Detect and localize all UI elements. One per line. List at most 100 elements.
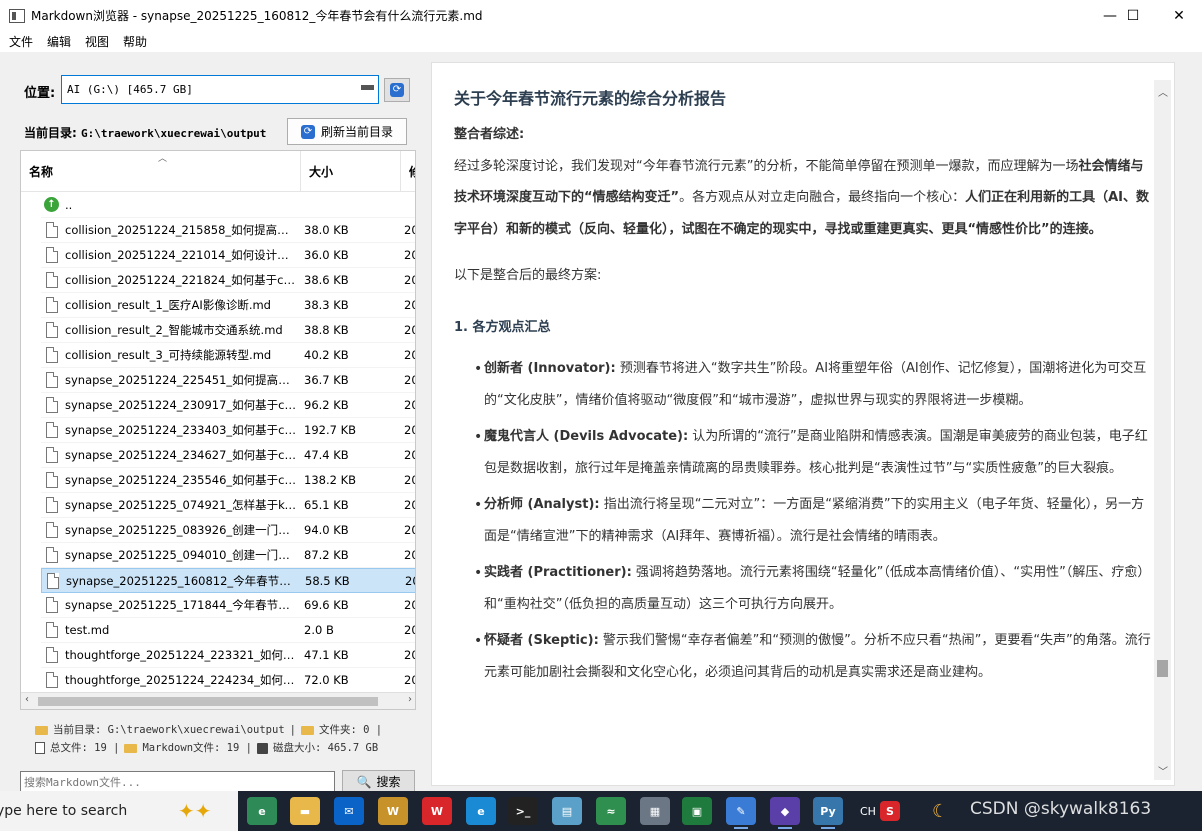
taskbar-wps-icon[interactable]: W — [422, 797, 452, 825]
file-name: synapse_20251225_160812_今年春节会有... — [66, 573, 300, 588]
moon-icon: ☾ — [932, 800, 949, 822]
file-table[interactable]: ︿ 名称 大小 修 ↑..collision_20251224_215858_如… — [20, 150, 416, 710]
table-row[interactable]: thoughtforge_20251224_223321_如何提高... 47.1… — [41, 643, 415, 668]
parent-dir-row[interactable]: ↑.. — [41, 193, 415, 218]
file-size: 72.0 KB — [304, 673, 349, 687]
menu-view[interactable]: 视图 — [85, 33, 109, 50]
refresh-drives-button[interactable]: ⟳ — [384, 78, 410, 102]
search-input[interactable]: 搜索Markdown文件... — [20, 771, 335, 792]
table-row[interactable]: synapse_20251224_235546_如何基于crewa... 138.… — [41, 468, 415, 493]
location-label: 位置: — [24, 86, 56, 101]
table-row[interactable]: collision_result_1_医疗AI影像诊断.md 38.3 KB 20 — [41, 293, 415, 318]
file-size: 36.0 KB — [304, 248, 349, 262]
file-modified: 20 — [404, 498, 415, 512]
close-button[interactable]: ✕ — [1156, 0, 1202, 31]
file-modified: 20 — [404, 473, 415, 487]
taskbar-python-icon[interactable]: Py — [813, 797, 843, 829]
disk-icon — [256, 742, 268, 754]
scroll-right-icon[interactable]: › — [408, 694, 412, 705]
taskbar-browser-icon[interactable]: e — [247, 797, 277, 825]
table-header: ︿ 名称 大小 修 — [21, 151, 415, 192]
table-row[interactable]: collision_20251224_221824_如何基于crewa... 38… — [41, 268, 415, 293]
column-modified[interactable]: 修 — [401, 151, 415, 192]
folder-icon — [35, 725, 48, 735]
taskbar-explorer-icon[interactable]: ▬ — [290, 797, 320, 825]
taskbar-edge-icon[interactable]: e — [466, 797, 496, 825]
column-size[interactable]: 大小 — [301, 151, 401, 192]
file-icon — [46, 647, 58, 663]
table-row[interactable]: synapse_20251225_083926_创建一门独特... 94.0 KB… — [41, 518, 415, 543]
current-dir-label: 当前目录: G:\traework\xuecrewai\output — [24, 124, 266, 141]
markdown-preview[interactable]: 关于今年春节流行元素的综合分析报告 整合者综述: 经过多轮深度讨论，我们发现对“… — [431, 62, 1175, 786]
table-row[interactable]: synapse_20251224_230917_如何基于crewa... 96.2… — [41, 393, 415, 418]
table-row[interactable]: collision_result_3_可持续能源转型.md 40.2 KB 20 — [41, 343, 415, 368]
location-dropdown[interactable]: AI (G:\) [465.7 GB] — [61, 75, 379, 104]
scroll-up-icon[interactable]: ︿ — [1158, 84, 1168, 99]
taskbar-mail-icon[interactable]: ✉ — [334, 797, 364, 825]
file-name: synapse_20251225_074921_怎样基于kotti_... — [65, 498, 299, 512]
file-modified: 20 — [404, 423, 415, 437]
menu-edit[interactable]: 编辑 — [47, 33, 71, 50]
taskbar-notepad-icon[interactable]: ▤ — [552, 797, 582, 825]
taskbar-wow-icon[interactable]: W — [378, 797, 408, 825]
table-row[interactable]: synapse_20251225_171844_今年春节摆摊... 69.6 KB… — [41, 593, 415, 618]
table-row[interactable]: collision_20251224_215858_如何提高团队... 38.0 … — [41, 218, 415, 243]
menu-help[interactable]: 帮助 — [123, 33, 147, 50]
refresh-current-dir-button[interactable]: ⟳ 刷新当前目录 — [287, 118, 407, 145]
table-row[interactable]: synapse_20251224_233403_如何基于crewa... 192.… — [41, 418, 415, 443]
file-modified: 20 — [405, 573, 415, 588]
status-total-files: 总文件: 19 | — [50, 742, 120, 754]
taskbar-terminal-icon[interactable]: >_ — [508, 797, 538, 825]
list-item: 怀疑者 (Skeptic): 警示我们警惕“幸存者偏差”和“预测的傲慢”。分析不… — [474, 625, 1154, 689]
table-row[interactable]: collision_20251224_221014_如何设计中文... 36.0 … — [41, 243, 415, 268]
file-modified: 20 — [404, 598, 415, 612]
table-row[interactable]: synapse_20251225_074921_怎样基于kotti_... 65.… — [41, 493, 415, 518]
file-icon — [46, 422, 58, 438]
column-name[interactable]: 名称 — [21, 151, 301, 192]
table-row[interactable]: test.md 2.0 B 20 — [41, 618, 415, 643]
table-row[interactable]: collision_result_2_智能城市交通系统.md 38.8 KB 20 — [41, 318, 415, 343]
horizontal-scrollbar[interactable]: ‹ › — [21, 692, 415, 709]
table-row[interactable]: thoughtforge_20251224_224234_如何基于... 72.0… — [41, 668, 415, 693]
table-row[interactable]: synapse_20251225_094010_创建一门独特... 87.2 KB… — [41, 543, 415, 568]
scroll-thumb[interactable] — [1157, 660, 1168, 677]
file-icon — [46, 672, 58, 688]
taskbar-app2-icon[interactable]: ◆ — [770, 797, 800, 829]
table-row[interactable]: synapse_20251225_160812_今年春节会有... 58.5 KB… — [41, 568, 415, 593]
taskbar-monitor-icon[interactable]: ▦ — [640, 797, 670, 825]
taskbar-wechat-icon[interactable]: ▣ — [682, 797, 712, 825]
intro-paragraph: 以下是整合后的最终方案: — [454, 268, 602, 283]
taskbar-paint-icon[interactable]: ✎ — [726, 797, 756, 829]
scroll-thumb[interactable] — [38, 697, 378, 706]
app-icon — [9, 8, 25, 23]
tray-input-icon[interactable]: S — [880, 801, 900, 821]
list-item: 分析师 (Analyst): 指出流行将呈现“二元对立”：一方面是“紧缩消费”下… — [474, 489, 1154, 553]
refresh-icon: ⟳ — [300, 124, 315, 139]
menu-bar: 文件 编辑 视图 帮助 — [0, 31, 1202, 52]
table-row[interactable]: synapse_20251224_234627_如何基于crewa... 47.4… — [41, 443, 415, 468]
file-icon — [46, 247, 58, 263]
maximize-button[interactable]: ☐ — [1110, 0, 1156, 31]
file-size: 192.7 KB — [304, 423, 357, 437]
table-row[interactable]: synapse_20251224_225451_如何提高团队... 36.7 KB… — [41, 368, 415, 393]
file-name: test.md — [65, 623, 110, 637]
file-size: 38.3 KB — [304, 298, 349, 312]
file-icon — [46, 372, 58, 388]
scroll-left-icon[interactable]: ‹ — [25, 694, 29, 705]
taskbar-search[interactable]: ype here to search ✦✦ — [0, 791, 238, 831]
markdown-file-icon — [124, 743, 138, 753]
search-button[interactable]: 🔍 搜索 — [342, 770, 415, 793]
list-item: 魔鬼代言人 (Devils Advocate): 认为所谓的“流行”是商业陷阱和… — [474, 421, 1154, 485]
file-name: synapse_20251224_230917_如何基于crewa... — [65, 398, 299, 412]
current-dir-path: G:\traework\xuecrewai\output — [81, 127, 267, 140]
file-icon — [46, 447, 58, 463]
file-icon — [46, 597, 58, 613]
tray-language[interactable]: CH — [860, 791, 876, 831]
summary-paragraph: 经过多轮深度讨论，我们发现对“今年春节流行元素”的分析，不能简单停留在预测单一爆… — [454, 158, 1150, 237]
file-size: 138.2 KB — [304, 473, 357, 487]
vertical-scrollbar[interactable]: ︿ ﹀ — [1154, 80, 1171, 780]
menu-file[interactable]: 文件 — [9, 33, 33, 50]
scroll-down-icon[interactable]: ﹀ — [1158, 763, 1168, 778]
taskbar-app-icon[interactable]: ≈ — [596, 797, 626, 825]
file-icon — [46, 497, 58, 513]
